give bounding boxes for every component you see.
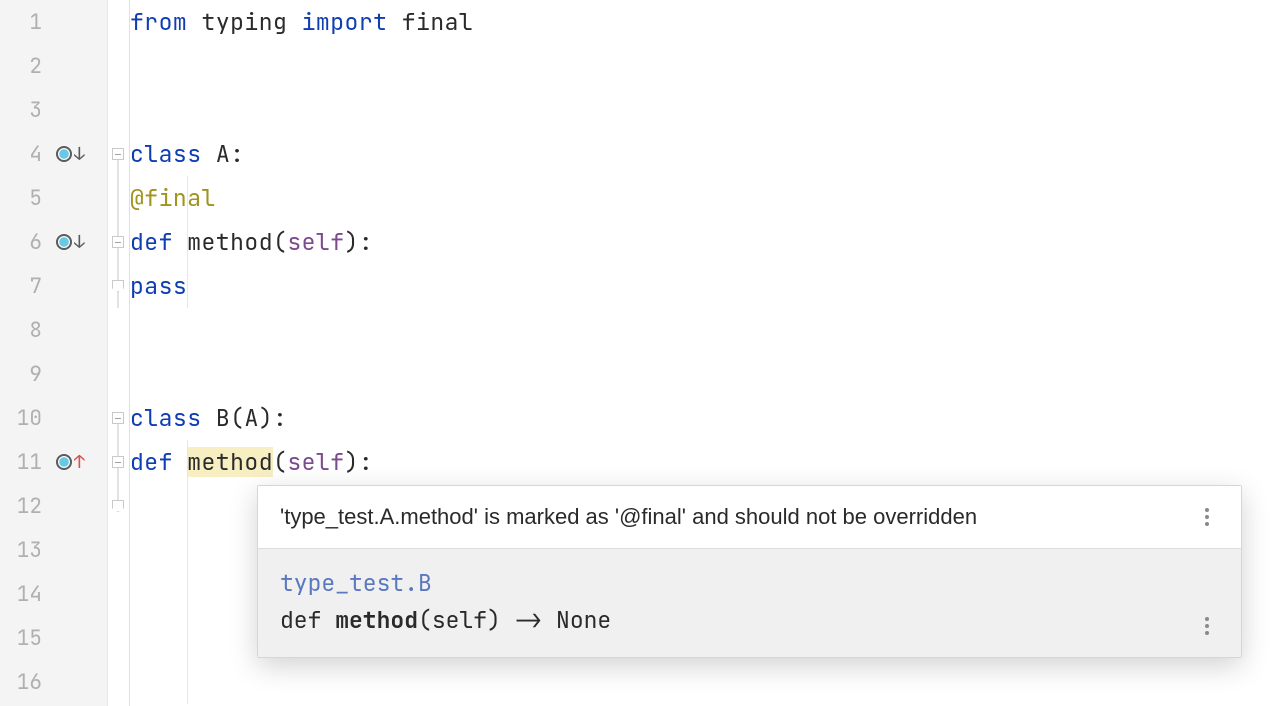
tooltip-signature-row: type_test.B def method(self) -> None (258, 549, 1241, 657)
keyword-import: import (302, 7, 402, 37)
fold-toggle[interactable] (112, 148, 124, 160)
fold-column (108, 0, 130, 706)
class-name: B (216, 403, 230, 433)
line-number: 1 (0, 9, 46, 36)
code-line[interactable]: @final (130, 176, 1284, 220)
rparen-colon: ): (259, 403, 288, 433)
line-number: 13 (0, 537, 46, 564)
fold-toggle[interactable] (112, 456, 124, 468)
line-number: 11 (0, 449, 46, 476)
tooltip-warning-row: 'type_test.A.method' is marked as '@fina… (258, 486, 1241, 549)
lparen: ( (273, 227, 287, 257)
tooltip-warning-text: 'type_test.A.method' is marked as '@fina… (280, 504, 1195, 530)
code-line[interactable]: class A: (130, 132, 1284, 176)
line-number: 3 (0, 97, 46, 124)
code-line[interactable]: def method(self): (130, 220, 1284, 264)
overrides-icon[interactable] (56, 454, 72, 470)
gutter: 1 2 3 4 ↓ 5 6 ↓ 7 8 9 10 11 ↑ 12 13 14 (0, 0, 108, 706)
line-number: 6 (0, 229, 46, 256)
rparen-colon: ): (345, 227, 374, 257)
lparen: ( (273, 447, 287, 477)
method-name: method (187, 227, 273, 257)
more-actions-icon[interactable] (1195, 617, 1219, 635)
arrow-up-icon: ↑ (74, 454, 85, 472)
method-name-highlighted: method (187, 447, 273, 477)
colon: : (230, 139, 244, 169)
line-number: 10 (0, 405, 46, 432)
keyword-def: def (130, 227, 187, 257)
keyword-class: class (130, 139, 216, 169)
decorator: @final (130, 183, 216, 213)
fold-end-icon (112, 280, 124, 292)
class-name: A (216, 139, 230, 169)
line-number: 8 (0, 317, 46, 344)
line-number: 16 (0, 669, 46, 696)
self-param: self (287, 227, 344, 257)
tooltip-signature: def method(self) -> None (280, 602, 1195, 639)
line-number: 5 (0, 185, 46, 212)
arrow-down-icon: ↓ (74, 146, 85, 164)
keyword-pass: pass (130, 271, 187, 301)
code-line[interactable]: pass (130, 264, 1284, 308)
line-number: 7 (0, 273, 46, 300)
line-number: 4 (0, 141, 46, 168)
fold-toggle[interactable] (112, 412, 124, 424)
fold-end-icon (112, 500, 124, 512)
code-line[interactable] (130, 44, 1284, 88)
tooltip-qualified-name: type_test.B (280, 565, 1195, 602)
overridable-icon[interactable] (56, 146, 72, 162)
base-class: A (244, 403, 258, 433)
keyword-class: class (130, 403, 216, 433)
code-line[interactable] (130, 308, 1284, 352)
code-line[interactable]: class B(A): (130, 396, 1284, 440)
fold-toggle[interactable] (112, 236, 124, 248)
self-param: self (287, 447, 344, 477)
code-line[interactable] (130, 88, 1284, 132)
line-number: 12 (0, 493, 46, 520)
keyword-from: from (130, 7, 202, 37)
line-number: 9 (0, 361, 46, 388)
overridable-icon[interactable] (56, 234, 72, 250)
code-line[interactable] (130, 352, 1284, 396)
more-actions-icon[interactable] (1195, 508, 1219, 526)
line-number: 2 (0, 53, 46, 80)
rparen-colon: ): (345, 447, 374, 477)
imported-name: final (402, 7, 474, 37)
arrow-down-icon: ↓ (74, 234, 85, 252)
code-line[interactable] (130, 660, 1284, 704)
line-number: 14 (0, 581, 46, 608)
keyword-def: def (130, 447, 187, 477)
code-line[interactable]: from typing import final (130, 0, 1284, 44)
code-line[interactable]: def method(self): (130, 440, 1284, 484)
line-number: 15 (0, 625, 46, 652)
module-name: typing (202, 7, 302, 37)
lparen: ( (230, 403, 244, 433)
inspection-tooltip: 'type_test.A.method' is marked as '@fina… (257, 485, 1242, 658)
